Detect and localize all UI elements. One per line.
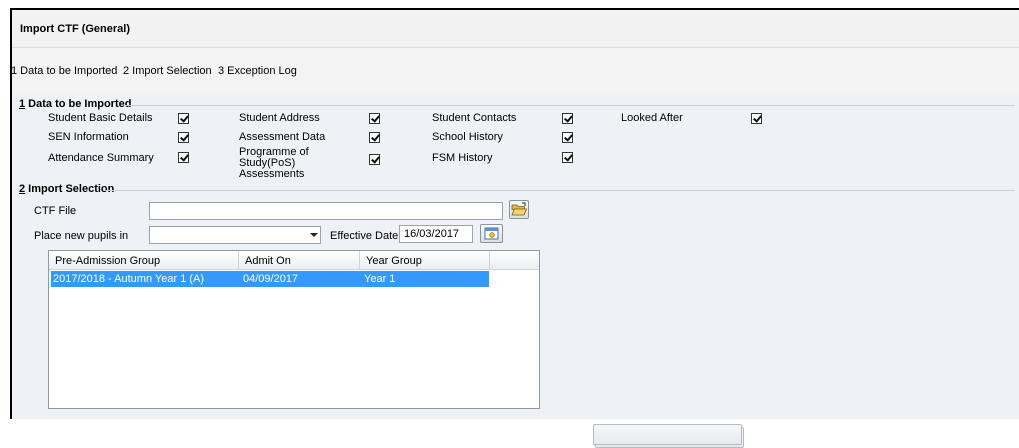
section-title: Import Selection <box>25 183 115 195</box>
school-history-checkbox[interactable] <box>562 132 573 143</box>
fsm-history-checkbox[interactable] <box>562 152 573 163</box>
sen-information-label: SEN Information <box>48 131 129 143</box>
column-header-admit-on[interactable]: Admit On <box>239 251 360 270</box>
browse-button[interactable] <box>509 200 529 219</box>
student-address-checkbox[interactable] <box>369 113 380 124</box>
calendar-icon <box>484 227 499 240</box>
tab-import-selection[interactable]: 2 Import Selection <box>123 65 212 77</box>
ctf-file-input[interactable] <box>149 202 503 220</box>
student-contacts-label: Student Contacts <box>432 112 517 124</box>
import-ctf-window: Import CTF (General) 1 Data to be Import… <box>10 8 1019 448</box>
folder-open-icon <box>511 202 528 216</box>
section-divider <box>104 190 1015 191</box>
attendance-summary-label: Attendance Summary <box>48 152 154 164</box>
pre-admission-grid[interactable]: Pre-Admission Group Admit On Year Group … <box>48 250 540 409</box>
section-divider <box>124 105 1015 106</box>
tab-data-to-be-imported[interactable]: 1 Data to be Imported <box>11 65 117 77</box>
looked-after-checkbox[interactable] <box>751 113 762 124</box>
assessment-data-label: Assessment Data <box>239 131 326 143</box>
chevron-down-icon <box>310 233 318 237</box>
column-header-year-group[interactable]: Year Group <box>360 251 490 270</box>
cell-pre-admission-group: 2017/2018 - Autumn Year 1 (A) <box>53 273 205 285</box>
cell-year-group: Year 1 <box>364 273 396 285</box>
student-address-label: Student Address <box>239 112 320 124</box>
sen-information-checkbox[interactable] <box>178 132 189 143</box>
student-contacts-checkbox[interactable] <box>562 113 573 124</box>
calendar-button[interactable] <box>480 224 503 243</box>
section-title: Data to be Imported <box>25 98 132 110</box>
looked-after-label: Looked After <box>621 112 683 124</box>
student-basic-details-checkbox[interactable] <box>178 113 189 124</box>
place-new-pupils-label: Place new pupils in <box>34 230 129 242</box>
section-import-selection-header: 2 Import Selection <box>19 183 114 195</box>
tab-exception-log[interactable]: 3 Exception Log <box>218 65 297 77</box>
grid-header: Pre-Admission Group Admit On Year Group <box>49 251 539 270</box>
tab-strip: 1 Data to be Imported 2 Import Selection… <box>11 49 1019 94</box>
attendance-summary-checkbox[interactable] <box>178 152 189 163</box>
column-header-pre-admission-group[interactable]: Pre-Admission Group <box>49 251 239 270</box>
assessment-data-checkbox[interactable] <box>369 132 380 143</box>
student-basic-details-label: Student Basic Details <box>48 112 153 124</box>
fsm-history-label: FSM History <box>432 152 493 164</box>
effective-date-label: Effective Date <box>330 230 399 242</box>
proceed-for-match-import-button-visible[interactable] <box>593 424 742 445</box>
window-title: Import CTF (General) <box>20 23 131 35</box>
programme-of-study-label: Programme of Study(PoS) Assessments <box>239 146 309 180</box>
ctf-file-label: CTF File <box>34 205 77 217</box>
place-new-pupils-select[interactable] <box>149 226 321 244</box>
title-bar: Import CTF (General) <box>12 10 1019 48</box>
cell-admit-on: 04/09/2017 <box>243 273 299 285</box>
effective-date-input[interactable]: 16/03/2017 <box>399 225 473 243</box>
section-data-to-be-imported-header: 1 Data to be Imported <box>19 98 131 110</box>
programme-of-study-checkbox[interactable] <box>369 154 380 165</box>
table-row[interactable]: 2017/2018 - Autumn Year 1 (A) 04/09/2017… <box>51 271 489 287</box>
school-history-label: School History <box>432 131 503 143</box>
